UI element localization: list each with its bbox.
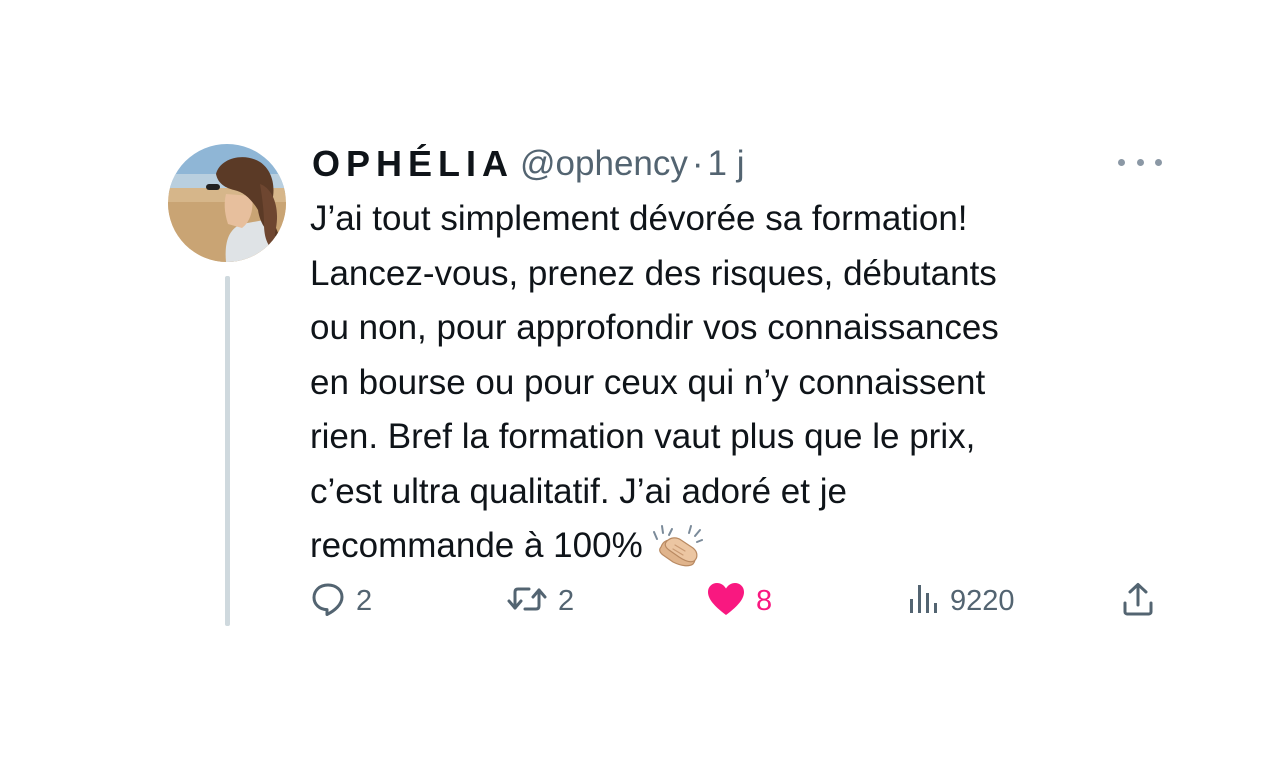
retweet-count: 2 (558, 584, 575, 617)
tweet-line: en bourse ou pour ceux qui n’y connaisse… (310, 362, 986, 402)
like-count: 8 (756, 584, 773, 617)
tweet-line: recommande à 100% (310, 526, 643, 565)
views-icon (908, 581, 940, 622)
tweet-text: J’ai tout simplement dévorée sa formatio… (310, 192, 1140, 584)
views-button[interactable]: 9220 (908, 578, 1015, 624)
heart-icon (706, 581, 746, 622)
reply-button[interactable]: 2 (310, 578, 372, 624)
tweet-time[interactable]: 1 j (708, 144, 745, 184)
author-name[interactable]: OPHÉLIA (312, 143, 514, 185)
avatar[interactable] (168, 144, 286, 262)
tweet-line: ou non, pour approfondir vos connaissanc… (310, 308, 999, 347)
share-icon (1120, 581, 1156, 622)
share-button[interactable] (1120, 578, 1156, 624)
like-button[interactable]: 8 (706, 578, 772, 624)
thread-line (225, 276, 230, 626)
action-bar: 2 2 8 9220 (310, 578, 1170, 624)
more-icon[interactable] (1118, 150, 1162, 174)
separator: · (691, 144, 704, 183)
views-count: 9220 (950, 584, 1015, 617)
tweet-line: Lancez-vous, prenez des risques, débutan… (310, 253, 997, 293)
author-handle[interactable]: @ophency (520, 144, 688, 184)
tweet-line: c’est ultra qualitatif. J’ai adoré et je (310, 471, 847, 511)
clapping-hands-emoji (652, 523, 703, 584)
retweet-icon (506, 581, 548, 622)
tweet-line: J’ai tout simplement dévorée sa formatio… (310, 199, 968, 238)
tweet-line-last: recommande à 100% (310, 519, 1140, 584)
more-dot (1118, 158, 1125, 166)
tweet-line: rien. Bref la formation vaut plus que le… (310, 417, 976, 456)
tweet[interactable]: OPHÉLIA @ophency · 1 j J’ai tout simplem… (0, 0, 1278, 760)
more-dot (1136, 158, 1144, 166)
reply-count: 2 (356, 584, 373, 617)
reply-icon (310, 581, 346, 622)
more-dot (1155, 158, 1162, 166)
tweet-header: OPHÉLIA @ophency · 1 j (312, 141, 745, 187)
retweet-button[interactable]: 2 (506, 578, 574, 624)
